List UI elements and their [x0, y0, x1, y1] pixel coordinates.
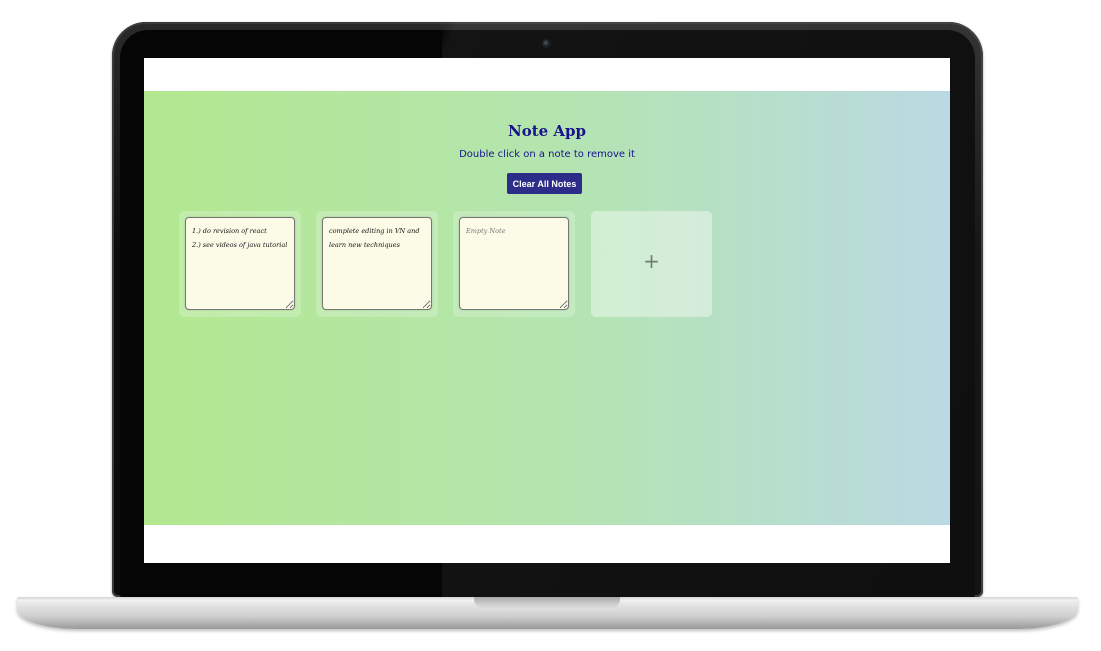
note-textarea[interactable]: 1.) do revision of react 2.) see videos … [185, 217, 295, 310]
laptop-notch [474, 597, 620, 609]
camera-icon [543, 40, 550, 47]
note-textarea[interactable] [459, 217, 569, 310]
note-textarea[interactable]: complete editing in VN and learn new tec… [322, 217, 432, 310]
note-card: complete editing in VN and learn new tec… [316, 211, 438, 317]
note-app: Note App Double click on a note to remov… [144, 91, 950, 525]
add-note-button[interactable]: + [591, 211, 712, 317]
laptop-base [17, 597, 1078, 629]
plus-icon: + [643, 249, 660, 273]
page-subtitle: Double click on a note to remove it [459, 149, 635, 160]
laptop-mockup: Note App Double click on a note to remov… [0, 0, 1101, 651]
page-title: Note App [507, 122, 587, 140]
clear-all-notes-button[interactable]: Clear All Notes [507, 173, 582, 194]
laptop-screen: Note App Double click on a note to remov… [144, 58, 950, 563]
note-card: 1.) do revision of react 2.) see videos … [179, 211, 301, 317]
note-card [453, 211, 575, 317]
